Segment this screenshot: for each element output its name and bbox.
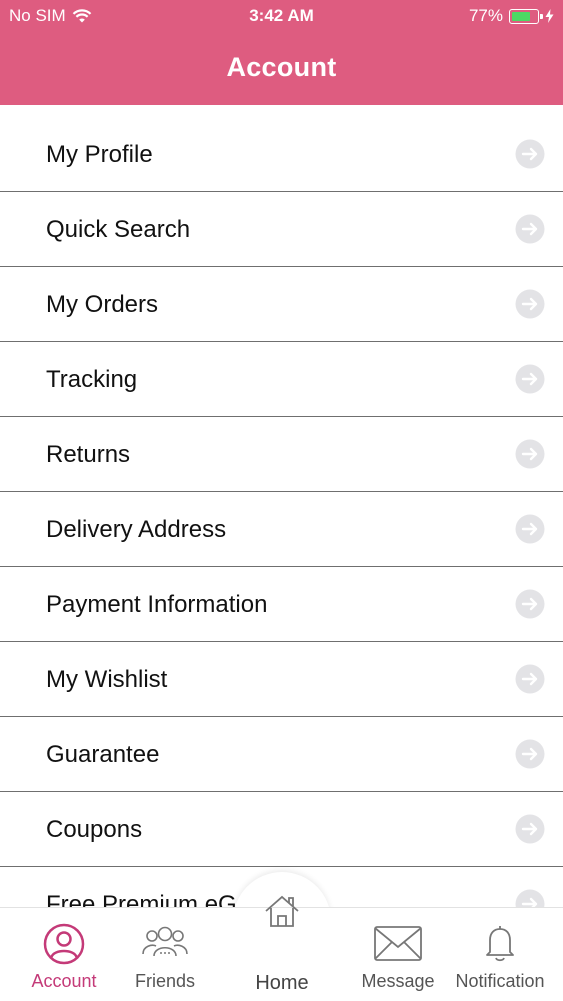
menu-item-label: Quick Search	[46, 216, 191, 243]
tab-home-label: Home	[255, 972, 309, 994]
menu-item-label: Returns	[46, 441, 131, 468]
menu-item-label: Delivery Address	[46, 516, 227, 543]
tab-account[interactable]: Account	[18, 908, 110, 1001]
arrow-right-circle-icon	[515, 139, 545, 169]
menu-item[interactable]: Delivery Address	[0, 492, 563, 567]
tab-bar: Account Friends Home Message Notificatio…	[0, 895, 563, 1001]
friends-icon	[142, 926, 188, 957]
menu-item[interactable]: Guarantee	[0, 717, 563, 792]
menu-item[interactable]: My Profile	[0, 117, 563, 192]
tab-message[interactable]: Message	[352, 908, 444, 1001]
arrow-right-circle-icon	[515, 364, 545, 394]
user-circle-icon	[43, 923, 85, 965]
arrow-right-circle-icon	[515, 739, 545, 769]
menu-item-label: My Orders	[46, 291, 159, 318]
bell-icon	[486, 926, 514, 962]
menu-item[interactable]: Tracking	[0, 342, 563, 417]
tab-friends[interactable]: Friends	[120, 908, 210, 1001]
menu-item-label: Payment Information	[46, 591, 268, 618]
arrow-right-circle-icon	[515, 214, 545, 244]
header-bar: No SIM 3:42 AM 77% Account	[0, 0, 563, 105]
menu-item[interactable]: My Wishlist	[0, 642, 563, 717]
menu-item[interactable]: My Orders	[0, 267, 563, 342]
menu-item-label: Coupons	[46, 816, 143, 843]
battery-nub	[540, 13, 543, 19]
arrow-right-circle-icon	[515, 814, 545, 844]
page-title: Account	[226, 52, 337, 82]
menu-item[interactable]: Payment Information	[0, 567, 563, 642]
account-menu-list: My Profile Quick Search My Orders Tracking R…	[0, 117, 563, 942]
menu-item[interactable]: Returns	[0, 417, 563, 492]
arrow-right-circle-icon	[515, 589, 545, 619]
status-bar: No SIM 3:42 AM 77%	[0, 0, 563, 32]
arrow-right-circle-icon	[515, 439, 545, 469]
tab-notification-label: Notification	[455, 971, 545, 991]
menu-item[interactable]: Quick Search	[0, 192, 563, 267]
tab-message-label: Message	[361, 971, 435, 991]
envelope-icon	[374, 926, 422, 961]
menu-item-label: My Profile	[46, 141, 153, 168]
menu-item[interactable]: Coupons	[0, 792, 563, 867]
tab-friends-label: Friends	[134, 971, 196, 991]
battery-group: 77%	[469, 6, 554, 26]
tab-notification[interactable]: Notification	[448, 908, 552, 1001]
battery-percent: 77%	[468, 6, 503, 25]
menu-item-label: My Wishlist	[46, 666, 168, 693]
tab-account-label: Account	[31, 971, 97, 991]
arrow-right-circle-icon	[515, 514, 545, 544]
battery-icon	[509, 8, 543, 24]
menu-item-label: Tracking	[46, 366, 138, 393]
home-icon	[265, 895, 299, 927]
battery-fill	[512, 11, 530, 21]
menu-item-label: Guarantee	[46, 741, 160, 768]
arrow-right-circle-icon	[515, 289, 545, 319]
charging-bolt-icon	[545, 9, 554, 23]
arrow-right-circle-icon	[515, 664, 545, 694]
tab-home[interactable]: Home	[236, 895, 328, 1001]
